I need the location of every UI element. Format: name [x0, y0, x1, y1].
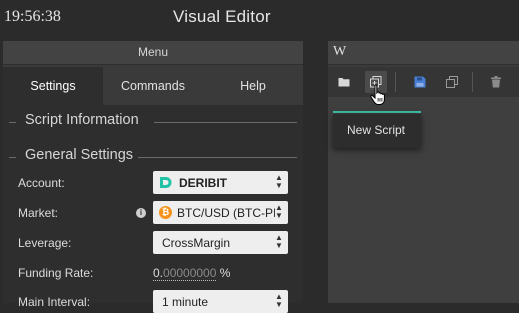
main-interval-select[interactable]: 1 minute ▲ ▼ [153, 290, 288, 313]
open-folder-icon [338, 78, 350, 87]
funding-rate-number: 0.00000000 [153, 266, 217, 281]
leverage-value: CrossMargin [162, 236, 231, 250]
menu-panel-title: Menu [3, 41, 303, 65]
funding-rate-label: Funding Rate: [18, 266, 94, 280]
menu-tabs: Settings Commands Help [3, 67, 303, 105]
market-select[interactable]: ₿ BTC/USD (BTC-PI ▲ ▼ [153, 201, 288, 224]
delete-button[interactable] [485, 71, 507, 93]
section-divider [9, 122, 16, 123]
clock: 19:56:38 [4, 8, 61, 25]
account-value: DERIBIT [179, 176, 227, 190]
account-select[interactable]: DERIBIT ▲ ▼ [153, 171, 288, 194]
bitcoin-icon: ₿ [159, 206, 172, 219]
select-arrows-icon: ▲ ▼ [275, 233, 283, 250]
settings-content: Script Information General Settings Acco… [3, 105, 303, 313]
main-interval-label: Main Interval: [18, 295, 91, 309]
app-title: Visual Editor [173, 7, 271, 26]
select-arrows-icon: ▲ ▼ [275, 173, 283, 190]
save-icon [414, 76, 426, 88]
section-divider [138, 157, 297, 158]
funding-rate-value: 0.00000000 % [153, 266, 231, 281]
market-label: Market: [18, 206, 59, 220]
copy-button[interactable] [441, 71, 463, 93]
account-label: Account: [18, 176, 65, 190]
editor-panel-header: W [328, 41, 519, 65]
menu-panel: Menu Settings Commands Help Script Infor… [3, 41, 303, 313]
title-bar: 19:56:38 Visual Editor [0, 0, 519, 36]
toolbar-separator [395, 72, 396, 92]
select-arrows-icon: ▲ ▼ [275, 203, 283, 220]
leverage-label: Leverage: [18, 236, 72, 250]
editor-panel-title: W [333, 44, 347, 59]
delete-icon [491, 76, 501, 88]
hand-cursor-icon [370, 84, 385, 105]
editor-toolbar [328, 67, 519, 97]
save-button[interactable] [409, 71, 431, 93]
select-arrows-icon: ▲ ▼ [275, 292, 283, 309]
tab-commands[interactable]: Commands [103, 67, 203, 105]
section-divider [154, 122, 297, 123]
tooltip-accent-bar [333, 111, 421, 113]
leverage-select[interactable]: CrossMargin ▲ ▼ [153, 231, 288, 254]
info-icon[interactable]: i [136, 208, 146, 218]
copy-icon [446, 76, 458, 88]
funding-rate-unit: % [219, 266, 231, 280]
editor-panel: W [328, 41, 519, 303]
section-title: General Settings [25, 147, 134, 163]
open-folder-button[interactable] [333, 71, 355, 93]
deribit-logo-icon [160, 177, 172, 188]
market-value: BTC/USD (BTC-PI [177, 206, 277, 220]
toolbar-separator [472, 72, 473, 92]
tooltip-text: New Script [347, 123, 406, 137]
section-divider [9, 157, 16, 158]
tab-help[interactable]: Help [203, 67, 303, 105]
tab-settings[interactable]: Settings [3, 67, 103, 105]
section-script-information[interactable]: Script Information [9, 112, 297, 132]
main-interval-value: 1 minute [162, 295, 209, 309]
new-script-tooltip: New Script [333, 114, 421, 148]
section-title: Script Information [25, 112, 139, 128]
section-general-settings[interactable]: General Settings [9, 147, 297, 167]
